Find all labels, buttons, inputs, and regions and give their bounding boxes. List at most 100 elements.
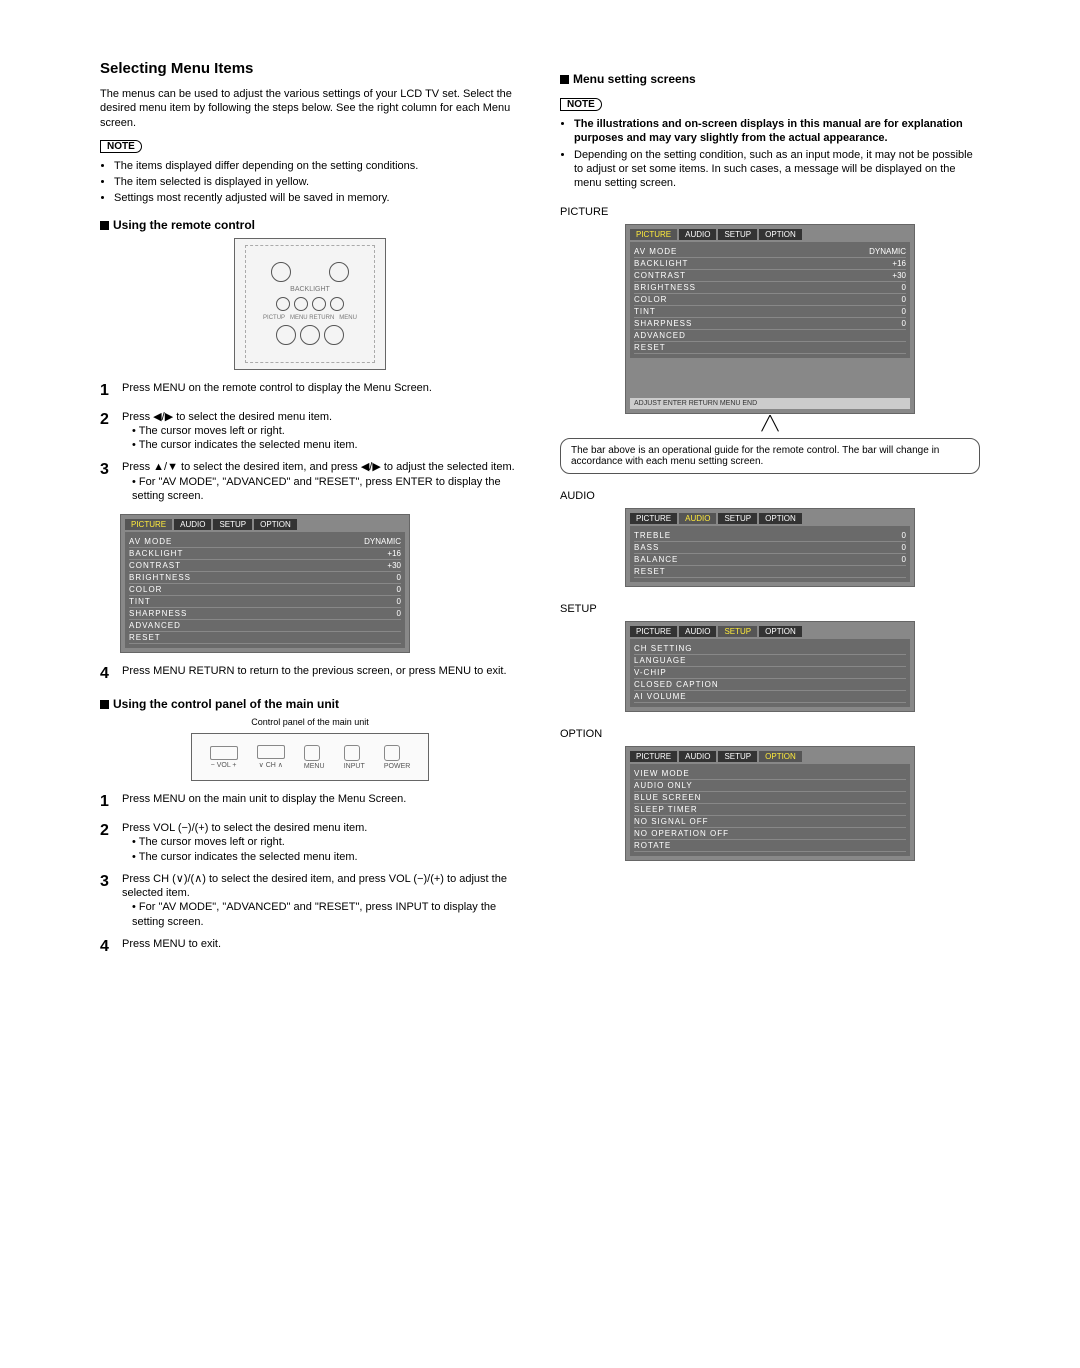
menu-tab: SETUP	[718, 626, 757, 637]
remote-control-illustration: BACKLIGHT PICTUP MENU RETURN MENU	[234, 238, 386, 370]
menu-row: ROTATE	[634, 840, 906, 852]
step-number: 2	[100, 410, 114, 453]
menu-row: BASS0	[634, 542, 906, 554]
menu-row: CONTRAST+30	[129, 560, 401, 572]
step-text: Press ◀/▶ to select the desired menu ite…	[122, 411, 332, 423]
square-bullet-icon	[100, 700, 109, 709]
menu-row: CONTRAST+30	[634, 270, 906, 282]
remote-label: PICTUP MENU RETURN MENU	[263, 315, 357, 321]
menu-row: AV MODEDYNAMIC	[129, 536, 401, 548]
step-sub: • For "AV MODE", "ADVANCED" and "RESET",…	[122, 900, 520, 929]
remote-button-icon	[300, 325, 320, 345]
menu-row: SHARPNESS0	[634, 318, 906, 330]
note-item: Settings most recently adjusted will be …	[114, 191, 520, 205]
menu-tab: AUDIO	[679, 229, 716, 240]
menu-tab: OPTION	[759, 626, 802, 637]
step-text: Press MENU on the remote control to disp…	[122, 381, 520, 402]
step-number: 4	[100, 664, 114, 685]
note-label-left: NOTE	[100, 140, 142, 153]
menu-row: TINT0	[129, 596, 401, 608]
remote-enter-icon	[312, 297, 326, 311]
remote-button-icon	[276, 325, 296, 345]
menu-tab: OPTION	[254, 519, 297, 530]
remote-label: BACKLIGHT	[290, 286, 330, 293]
step-number: 4	[100, 937, 114, 958]
menu-row: ADVANCED	[634, 330, 906, 342]
menu-row: RESET	[634, 342, 906, 354]
menu-tab: PICTURE	[630, 513, 677, 524]
step-text: Press MENU RETURN to return to the previ…	[122, 664, 520, 685]
menu-screenshot-picture-inline: PICTURE AUDIO SETUP OPTION AV MODEDYNAMI…	[120, 514, 410, 653]
menu-row: AUDIO ONLY	[634, 780, 906, 792]
step-text: Press MENU to exit.	[122, 937, 520, 958]
panel-menu-button	[304, 745, 320, 761]
operation-bar-callout: The bar above is an operational guide fo…	[560, 438, 980, 474]
step-text: Press CH (∨)/(∧) to select the desired i…	[122, 873, 507, 899]
menu-row: V-CHIP	[634, 667, 906, 679]
menu-tab: SETUP	[718, 751, 757, 762]
remote-button-icon	[271, 262, 291, 282]
menu-row: BRIGHTNESS0	[634, 282, 906, 294]
remote-heading: Using the remote control	[100, 218, 520, 232]
menu-screenshot-picture: PICTURE AUDIO SETUP OPTION AV MODEDYNAMI…	[625, 224, 915, 414]
menu-row: COLOR0	[634, 294, 906, 306]
note-label-right: NOTE	[560, 98, 602, 111]
note-item: Depending on the setting condition, such…	[574, 148, 980, 191]
menu-tab: OPTION	[759, 229, 802, 240]
square-bullet-icon	[100, 221, 109, 230]
menu-row: NO SIGNAL OFF	[634, 816, 906, 828]
menu-row: BLUE SCREEN	[634, 792, 906, 804]
menu-tab: OPTION	[759, 751, 802, 762]
remote-steps: 1Press MENU on the remote control to dis…	[100, 381, 520, 504]
panel-ch-button	[257, 745, 285, 759]
panel-heading: Using the control panel of the main unit	[100, 697, 520, 711]
menu-row: SLEEP TIMER	[634, 804, 906, 816]
menu-row: BALANCE0	[634, 554, 906, 566]
step-text: Press MENU on the main unit to display t…	[122, 792, 520, 813]
menu-tab: SETUP	[718, 229, 757, 240]
note-item: The items displayed differ depending on …	[114, 159, 520, 173]
menu-tab: SETUP	[213, 519, 252, 530]
remote-arrow-icon	[330, 297, 344, 311]
remote-button-icon	[324, 325, 344, 345]
menu-tab: PICTURE	[630, 751, 677, 762]
right-notes: The illustrations and on-screen displays…	[560, 117, 980, 190]
menu-row: SHARPNESS0	[129, 608, 401, 620]
menu-tab: SETUP	[718, 513, 757, 524]
control-panel-illustration: − VOL + ∨ CH ∧ MENU INPUT POWER	[191, 733, 429, 781]
step-sub: • For "AV MODE", "ADVANCED" and "RESET",…	[122, 475, 520, 504]
left-title: Selecting Menu Items	[100, 60, 520, 77]
callout-pointer-icon: ╱╲	[560, 420, 980, 426]
step-number: 3	[100, 460, 114, 503]
menu-row: COLOR0	[129, 584, 401, 596]
menu-screenshot-setup: PICTURE AUDIO SETUP OPTION CH SETTINGLAN…	[625, 621, 915, 712]
section-label-setup: SETUP	[560, 603, 980, 615]
menu-row: RESET	[129, 632, 401, 644]
menu-row: CH SETTING	[634, 643, 906, 655]
menu-row: LANGUAGE	[634, 655, 906, 667]
menu-tab: OPTION	[759, 513, 802, 524]
step-sub: • The cursor moves left or right.	[122, 835, 520, 849]
left-column: Selecting Menu Items The menus can be us…	[100, 60, 520, 969]
section-label-option: OPTION	[560, 728, 980, 740]
note-item: The item selected is displayed in yellow…	[114, 175, 520, 189]
menu-row: ADVANCED	[129, 620, 401, 632]
menu-row: VIEW MODE	[634, 768, 906, 780]
panel-steps: 1Press MENU on the main unit to display …	[100, 792, 520, 958]
menu-row: BACKLIGHT+16	[634, 258, 906, 270]
menu-screenshot-audio: PICTURE AUDIO SETUP OPTION TREBLE0BASS0B…	[625, 508, 915, 587]
menu-row: BACKLIGHT+16	[129, 548, 401, 560]
step-number: 2	[100, 821, 114, 864]
panel-input-button	[344, 745, 360, 761]
step-sub: • The cursor moves left or right.	[122, 424, 520, 438]
step-sub: • The cursor indicates the selected menu…	[122, 850, 520, 864]
section-label-picture: PICTURE	[560, 206, 980, 218]
step-text: Press VOL (−)/(+) to select the desired …	[122, 822, 367, 834]
menu-row: AI VOLUME	[634, 691, 906, 703]
square-bullet-icon	[560, 75, 569, 84]
menu-tab: PICTURE	[630, 626, 677, 637]
step-sub: • The cursor indicates the selected menu…	[122, 438, 520, 452]
menu-row: BRIGHTNESS0	[129, 572, 401, 584]
remote-arrow-icon	[276, 297, 290, 311]
remote-button-icon	[329, 262, 349, 282]
